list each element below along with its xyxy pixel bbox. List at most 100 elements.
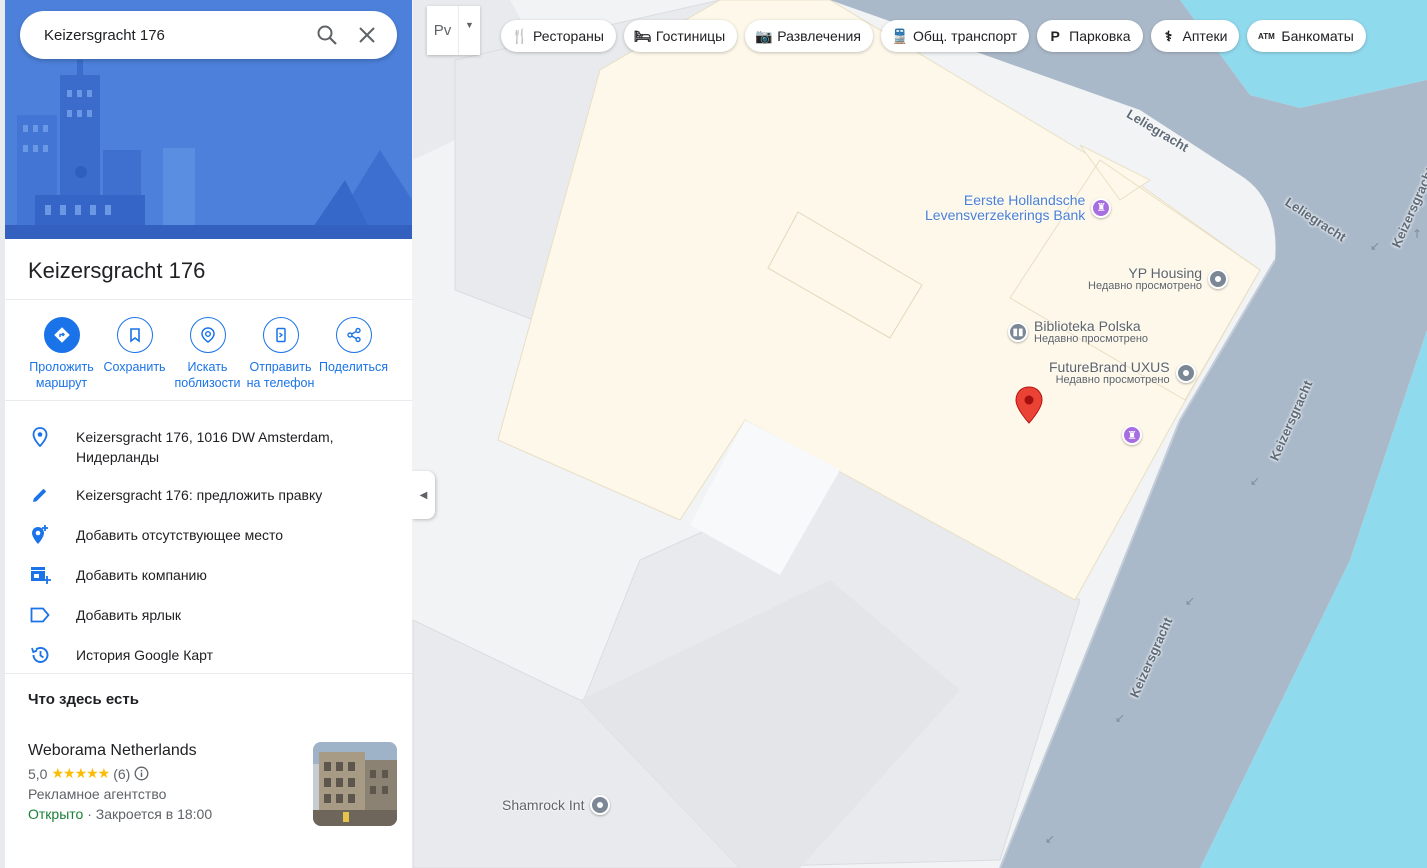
poi-name: Biblioteka Polska bbox=[1034, 318, 1141, 334]
search-button[interactable] bbox=[307, 15, 347, 55]
chip-entertainment[interactable]: 📷 Развлечения bbox=[745, 20, 873, 52]
layers-button[interactable]: Рv ▼ bbox=[427, 6, 480, 55]
chip-label: Общ. транспорт bbox=[912, 28, 1018, 44]
chip-restaurants[interactable]: 🍴 Рестораны bbox=[501, 20, 616, 52]
business-rating: 5,0 ★★★★★ (6) bbox=[28, 765, 313, 782]
business-type: Рекламное агентство bbox=[28, 786, 167, 802]
location-pin-outline-icon bbox=[32, 427, 48, 448]
chip-label: Банкоматы bbox=[1281, 28, 1354, 44]
label-icon bbox=[30, 607, 50, 623]
place-icon bbox=[1208, 269, 1229, 290]
suggest-edit-row[interactable]: Keizersgracht 176: предложить правку bbox=[5, 483, 412, 523]
add-business-text: Добавить компанию bbox=[76, 567, 207, 583]
info-icon[interactable] bbox=[134, 766, 149, 781]
chip-label: Развлечения bbox=[777, 28, 861, 44]
info-list: Keizersgracht 176, 1016 DW Amsterdam, Ни… bbox=[5, 401, 412, 674]
action-label: Отправить на телефон bbox=[246, 360, 315, 390]
pharmacy-icon: ⚕ bbox=[1164, 27, 1173, 44]
search-box bbox=[20, 11, 397, 59]
business-hours: Открыто · Закроется в 18:00 bbox=[28, 806, 313, 822]
poi-name: Levensverzekerings Bank bbox=[925, 206, 1086, 223]
collapse-panel-button[interactable]: ◀ bbox=[412, 471, 435, 519]
svg-text:↙: ↙ bbox=[1115, 711, 1125, 725]
chip-label: Рестораны bbox=[533, 28, 604, 44]
clear-search-button[interactable] bbox=[347, 15, 387, 55]
svg-text:↑: ↑ bbox=[1412, 227, 1422, 241]
svg-text:↙: ↙ bbox=[1370, 239, 1380, 253]
location-pin-icon[interactable] bbox=[1015, 386, 1043, 424]
chip-parking[interactable]: P Парковка bbox=[1037, 20, 1143, 52]
chip-pharmacies[interactable]: ⚕ Аптеки bbox=[1150, 20, 1240, 52]
atm-icon: ATM bbox=[1258, 31, 1275, 41]
landmark-icon: ♜ bbox=[1122, 425, 1142, 445]
action-label: Поделиться bbox=[318, 360, 389, 374]
poi-shamrock-int[interactable]: Shamrock Int bbox=[502, 795, 611, 815]
add-business-icon bbox=[31, 567, 51, 584]
save-button[interactable]: Сохранить bbox=[98, 317, 171, 400]
poi-subtitle: Недавно просмотрено bbox=[1088, 279, 1203, 292]
add-location-icon bbox=[32, 525, 48, 544]
category-chips: 🍴 Рестораны 🛏 Гостиницы 📷 Развлечения 🚆 Общ.… bbox=[501, 20, 1366, 52]
chip-label: Парковка bbox=[1069, 28, 1131, 44]
chip-label: Аптеки bbox=[1182, 28, 1228, 44]
poi-name: YP Housing bbox=[1128, 265, 1203, 281]
chip-hotels[interactable]: 🛏 Гостиницы bbox=[623, 20, 738, 52]
poi-futurebrand-uxus[interactable]: FutureBrand UXUS Недавно просмотрено bbox=[1049, 360, 1196, 386]
nearby-icon bbox=[200, 327, 215, 343]
share-button[interactable]: Поделиться bbox=[317, 317, 390, 400]
svg-text:↙: ↙ bbox=[1045, 832, 1055, 846]
side-panel: Keizersgracht 176 Проложить маршрут Сохр… bbox=[0, 0, 412, 868]
chip-atms[interactable]: ATM Банкоматы bbox=[1247, 20, 1366, 52]
history-icon bbox=[31, 647, 49, 663]
place-icon bbox=[590, 795, 611, 815]
add-label-text: Добавить ярлык bbox=[76, 607, 182, 623]
star-rating-icon: ★★★★★ bbox=[51, 765, 110, 781]
poi-name: Eerste Hollandsche bbox=[963, 192, 1086, 208]
book-icon: ▮▮ bbox=[1008, 322, 1028, 343]
action-buttons: Проложить маршрут Сохранить Искать побли… bbox=[5, 300, 412, 401]
add-missing-place-row[interactable]: Добавить отсутствующее место bbox=[5, 523, 412, 563]
restaurant-icon: 🍴 bbox=[511, 27, 529, 44]
action-label: Проложить маршрут bbox=[29, 360, 94, 390]
business-card[interactable]: Weborama Netherlands 5,0 ★★★★★ (6) Рекла… bbox=[5, 729, 412, 826]
share-icon bbox=[346, 327, 361, 343]
parking-icon: P bbox=[1050, 28, 1060, 44]
svg-text:↙: ↙ bbox=[1250, 474, 1260, 488]
search-input[interactable] bbox=[44, 26, 307, 44]
transit-icon: 🚆 bbox=[890, 27, 909, 44]
poi-biblioteka-polska[interactable]: ▮▮ Biblioteka Polska Недавно просмотрено bbox=[1008, 319, 1148, 345]
suggest-edit-text: Keizersgracht 176: предложить правку bbox=[76, 487, 323, 503]
directions-icon bbox=[53, 327, 70, 343]
search-icon bbox=[317, 25, 337, 45]
closing-time: · Закроется в 18:00 bbox=[83, 806, 213, 822]
chevron-down-icon[interactable]: ▼ bbox=[459, 6, 480, 55]
action-label: Сохранить bbox=[103, 360, 166, 374]
bookmark-icon bbox=[129, 328, 140, 343]
chip-label: Гостиницы bbox=[655, 28, 726, 44]
address-row[interactable]: Keizersgracht 176, 1016 DW Amsterdam, Ни… bbox=[5, 425, 412, 483]
hotel-icon: 🛏 bbox=[633, 27, 652, 44]
directions-button[interactable]: Проложить маршрут bbox=[25, 317, 98, 400]
poi-yp-housing[interactable]: YP Housing Недавно просмотрено bbox=[1088, 265, 1229, 292]
place-icon bbox=[1175, 363, 1196, 384]
add-business-row[interactable]: Добавить компанию bbox=[5, 563, 412, 603]
add-missing-place-text: Добавить отсутствующее место bbox=[76, 527, 284, 543]
review-count[interactable]: (6) bbox=[113, 766, 130, 782]
rating-value: 5,0 bbox=[28, 765, 48, 782]
send-to-phone-button[interactable]: Отправить на телефон bbox=[244, 317, 317, 400]
business-name[interactable]: Weborama Netherlands bbox=[28, 742, 313, 760]
poi-name: FutureBrand UXUS bbox=[1049, 359, 1170, 375]
poi-landmark[interactable]: ♜ bbox=[1122, 425, 1142, 445]
open-status: Открыто bbox=[28, 806, 84, 822]
poi-subtitle: Недавно просмотрено bbox=[1055, 373, 1170, 386]
poi-name: Shamrock Int bbox=[502, 796, 585, 813]
svg-text:↙: ↙ bbox=[1185, 594, 1195, 608]
send-to-phone-icon bbox=[275, 327, 286, 343]
add-label-row[interactable]: Добавить ярлык bbox=[5, 603, 412, 643]
chip-transit[interactable]: 🚆 Общ. транспорт bbox=[880, 20, 1030, 52]
action-label: Искать поблизости bbox=[174, 360, 241, 390]
search-nearby-button[interactable]: Искать поблизости bbox=[171, 317, 244, 400]
business-photo[interactable] bbox=[313, 742, 397, 826]
poi-eerste-hollandsche-bank[interactable]: Eerste Hollandsche Levensverzekerings Ba… bbox=[925, 192, 1112, 223]
poi-subtitle: Недавно просмотрено bbox=[1034, 332, 1149, 345]
